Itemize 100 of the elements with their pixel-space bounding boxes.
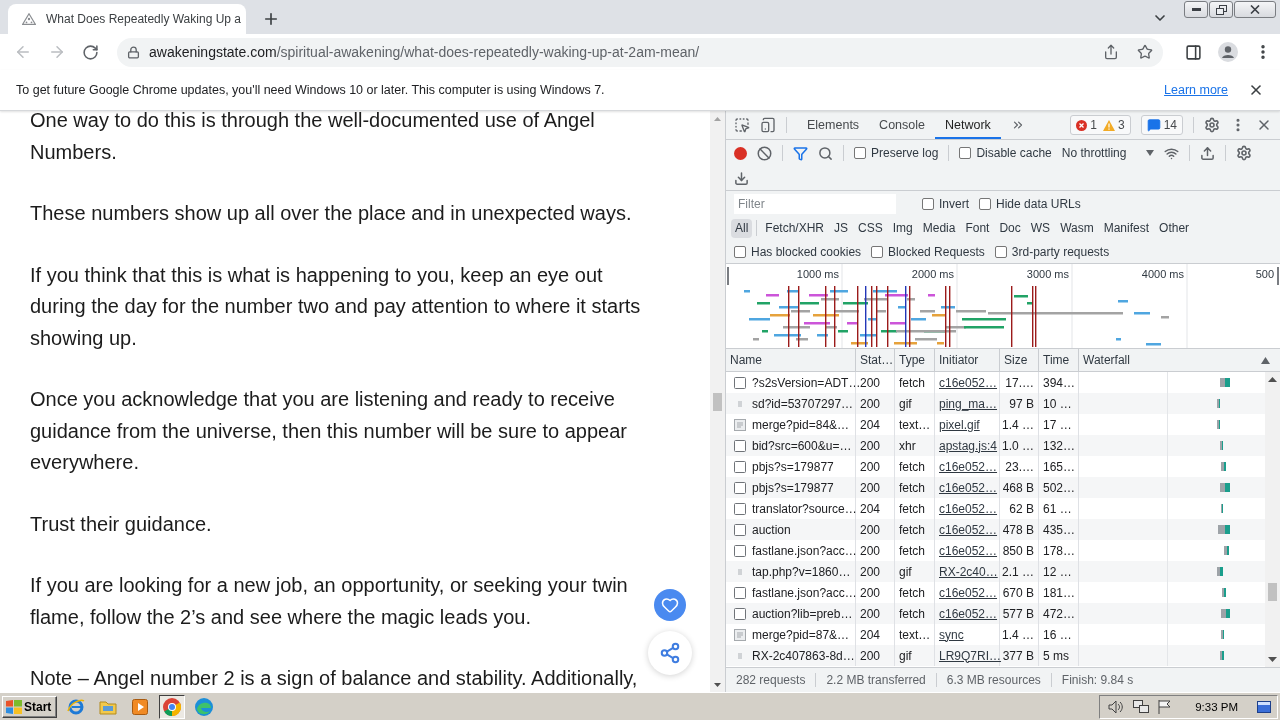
request-bar [860,334,877,337]
wifi-icon[interactable] [1164,145,1180,161]
taskbar-button[interactable] [159,694,186,719]
column-header[interactable]: Size [1000,349,1039,371]
close-icon[interactable] [1248,82,1264,98]
close-button[interactable] [1234,1,1276,18]
speaker-icon[interactable] [1108,699,1125,714]
column-header[interactable]: Time [1039,349,1079,371]
type-filter[interactable]: Font [961,218,994,238]
search-icon[interactable] [818,145,833,161]
initiator-link[interactable]: c16e052… [939,543,998,558]
settings-icon[interactable] [1236,145,1253,161]
close-icon[interactable] [1256,117,1272,133]
inspect-icon[interactable] [734,117,750,133]
scrollbar[interactable] [1265,372,1280,667]
sort-arrow-icon[interactable] [1261,356,1270,364]
column-header[interactable]: Name [726,349,856,371]
settings-icon[interactable] [1204,117,1220,133]
request-row[interactable]: auction 200 fetch c16e052… 478 B 435… [726,519,1265,540]
initiator-link[interactable]: apstag.js:4 [939,438,998,453]
throttling-select[interactable]: No throttling [1061,146,1155,160]
avatar-icon[interactable] [1218,42,1238,62]
resource-type: fetch [899,501,925,516]
request-row[interactable]: sd?id=53707297… 200 gif ping_ma… 97 B 10 … [726,393,1265,414]
start-button[interactable]: Start [2,695,58,718]
filter-icon[interactable] [793,145,808,161]
initiator-link[interactable]: pixel.gif [939,417,980,432]
favorite-button[interactable] [654,589,686,621]
initiator-link[interactable]: c16e052… [939,522,998,537]
device-icon[interactable] [760,117,776,133]
type-filter[interactable]: Media [918,218,960,238]
devtools-tab[interactable]: Console [869,111,935,139]
initiator-link[interactable]: LR9Q7RI… [939,648,1002,663]
type-filter[interactable]: WS [1026,218,1055,238]
upload-icon[interactable] [1200,145,1216,161]
checkbox[interactable] [922,197,934,210]
type-filter[interactable]: Other [1155,218,1194,238]
flag-icon[interactable] [1158,699,1173,714]
column-header[interactable]: Waterfall [1079,349,1280,371]
initiator-link[interactable]: c16e052… [939,375,998,390]
scrollbar[interactable] [710,111,725,692]
scroll-down-arrow-icon[interactable] [1268,657,1277,662]
minimize-button[interactable] [1184,1,1208,18]
initiator-link[interactable]: sync [939,627,964,642]
share-button[interactable] [648,631,692,675]
initiator-link[interactable]: c16e052… [939,501,998,516]
messages-counter-button[interactable]: 14 [1140,115,1183,135]
request-row[interactable]: pbjs?s=179877 200 fetch c16e052… 468 B 502… [726,477,1265,498]
filter-input[interactable]: Filter [734,193,896,214]
devtools-tab[interactable]: Elements [797,111,870,139]
request-row[interactable]: tap.php?v=1860… 200 gif RX-2c40… 2.1 … 12 … [726,561,1265,582]
type-filter[interactable]: Manifest [1099,218,1154,238]
learn-more-link[interactable]: Learn more [1164,83,1228,97]
clear-icon[interactable] [757,145,772,161]
type-filter[interactable]: All [731,218,753,238]
checkbox[interactable] [854,147,866,159]
side-panel-icon[interactable] [1185,43,1202,61]
address-bar[interactable]: awakeningstate.com/spiritual-awakening/what-does-repeatedly-waking-up-at-2am-mean/ [117,37,1163,67]
type-filter[interactable]: Fetch/XHR [761,218,829,238]
initiator-link[interactable]: c16e052… [939,459,998,474]
record-icon[interactable] [734,146,747,160]
plus-icon[interactable] [262,10,280,28]
issues-counter-button[interactable]: 1 3 [1070,115,1131,135]
share-icon[interactable] [1103,44,1119,60]
type-filter[interactable]: JS [830,218,853,238]
devtools-tab[interactable]: Network [935,111,1001,139]
type-filter[interactable]: Doc [995,218,1025,238]
restore-button[interactable] [1209,1,1233,18]
initiator-link[interactable]: c16e052… [939,585,998,600]
column-header[interactable]: Stat… [856,349,895,371]
network-icon[interactable] [1133,699,1150,714]
checkbox[interactable] [959,147,972,159]
scrollbar-thumb[interactable] [713,393,722,411]
download-icon[interactable] [734,170,749,186]
article-paragraph: If you are looking for a new job, an opportunity, or seeking your twin flame, follow the 2’s and see where the magic leads you. [30,573,629,630]
scroll-down-arrow-icon[interactable] [714,682,721,687]
initiator-link[interactable]: c16e052… [939,480,998,495]
initiator-link[interactable]: ping_ma… [939,396,998,411]
column-header[interactable]: Type [895,349,935,371]
scrollbar-thumb[interactable] [1268,583,1277,601]
request-row[interactable]: auction?lib=preb… 200 fetch c16e052… 577 B 472… [726,603,1265,624]
scroll-up-arrow-icon[interactable] [1268,377,1277,382]
range-handle[interactable] [727,267,729,285]
range-handle[interactable] [1277,267,1279,285]
initiator-link[interactable]: c16e052… [939,606,998,621]
request-row[interactable]: bid?src=600&u=… 200 xhr apstag.js:4 1.0 … 132… [726,435,1265,456]
star-icon[interactable] [1137,44,1153,60]
reload-icon[interactable] [82,43,99,61]
initiator-link[interactable]: RX-2c40… [939,564,998,579]
request-row[interactable]: RX-2c407863-8d… 200 gif LR9Q7RI…377 B 5 ms [726,645,1265,666]
checkbox[interactable] [734,245,746,258]
column-header[interactable]: Initiator [935,349,1000,371]
checkbox[interactable] [979,197,991,210]
type-filter[interactable]: Wasm [1056,218,1098,238]
checkbox[interactable] [994,245,1007,258]
show-desktop-icon[interactable] [1257,700,1271,713]
type-filter[interactable]: Img [888,218,917,238]
browser-tab[interactable]: What Does Repeatedly Waking Up a [8,4,246,34]
checkbox[interactable] [871,245,884,258]
type-filter[interactable]: CSS [854,218,887,238]
